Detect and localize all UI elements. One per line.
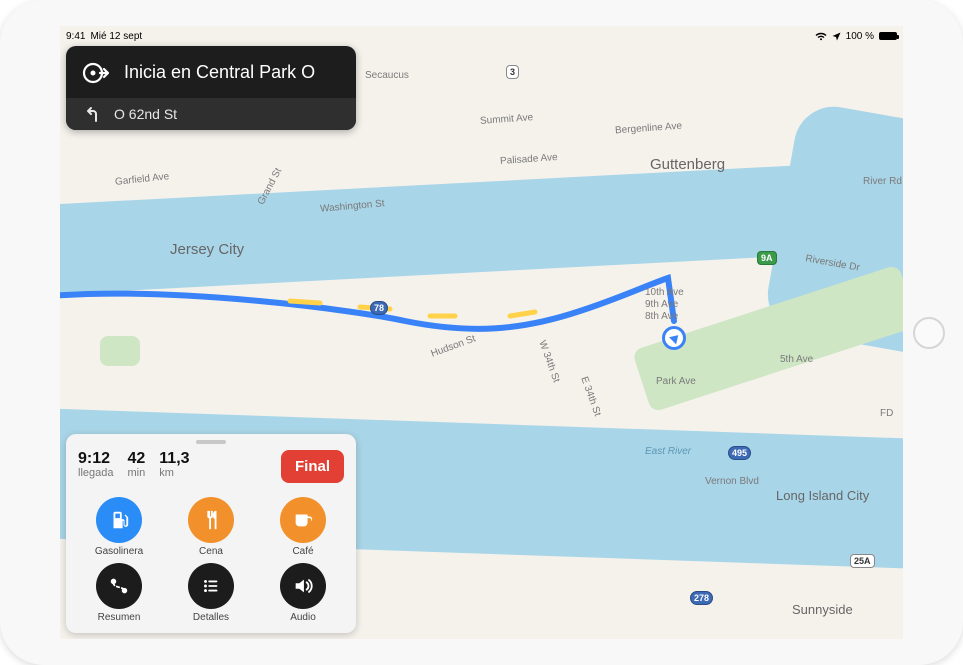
quick-label: Gasolinera — [95, 546, 143, 557]
current-location-marker — [662, 326, 686, 350]
distance-value: 11,3 — [159, 450, 189, 468]
route-shield: 495 — [728, 446, 751, 460]
map-label-road: 10th Ave — [645, 287, 684, 298]
audio-icon — [280, 563, 326, 609]
direction-banner[interactable]: Inicia en Central Park O O 62nd St — [66, 46, 356, 130]
end-route-button[interactable]: Final — [281, 450, 344, 483]
map-label-city: Sunnyside — [792, 602, 853, 617]
status-bar: 9:41 Mié 12 sept 100 % — [60, 26, 903, 42]
location-icon — [832, 32, 841, 41]
map-label-city: Guttenberg — [650, 156, 725, 173]
map-label-road: FD — [880, 408, 893, 419]
map-label-city: Jersey City — [170, 241, 244, 258]
direction-primary-text: Inicia en Central Park O — [124, 62, 315, 84]
quick-label: Audio — [290, 612, 316, 623]
wifi-icon — [815, 32, 827, 41]
quick-details[interactable]: Detalles — [171, 563, 251, 623]
map-label-water: East River — [645, 446, 691, 457]
map-label-road: W 34th St — [536, 339, 561, 384]
quick-coffee[interactable]: Café — [263, 497, 343, 557]
distance-label: km — [159, 467, 189, 479]
map-label-road: River Rd — [863, 176, 902, 187]
direction-next[interactable]: O 62nd St — [66, 98, 356, 130]
map-label-road: Bergenline Ave — [615, 121, 683, 137]
stat-arrival: 9:12 llegada — [78, 450, 113, 479]
quick-label: Cena — [199, 546, 223, 557]
arrival-label: llegada — [78, 467, 113, 479]
gas-icon — [96, 497, 142, 543]
status-battery-pct: 100 % — [846, 31, 874, 42]
direction-primary: Inicia en Central Park O — [66, 46, 356, 98]
ipad-frame: Jersey City Guttenberg Long Island City … — [0, 0, 963, 665]
route-shield: 9A — [757, 251, 777, 265]
duration-label: min — [127, 467, 145, 479]
nav-stats: 9:12 llegada 42 min 11,3 km Final — [78, 450, 344, 483]
arrival-value: 9:12 — [78, 450, 113, 468]
stat-distance: 11,3 km — [159, 450, 189, 479]
status-date: Mié 12 sept — [90, 31, 142, 42]
map-label-road: 5th Ave — [780, 354, 813, 365]
quick-label: Café — [292, 546, 313, 557]
map-park — [100, 336, 140, 366]
map-label-road: Secaucus — [365, 70, 409, 81]
quick-audio[interactable]: Audio — [263, 563, 343, 623]
duration-value: 42 — [127, 450, 145, 468]
quick-overview[interactable]: Resumen — [79, 563, 159, 623]
map-label-road: Vernon Blvd — [705, 476, 759, 487]
stat-duration: 42 min — [127, 450, 145, 479]
proceed-icon — [80, 58, 110, 88]
quick-label: Detalles — [193, 612, 229, 623]
map-label-road: 8th Ave — [645, 311, 678, 322]
overview-icon — [96, 563, 142, 609]
map-label-city: Long Island City — [776, 488, 869, 503]
map-label-road: Park Ave — [656, 376, 696, 387]
direction-next-text: O 62nd St — [114, 106, 177, 122]
map-label-road: Hudson St — [430, 333, 478, 359]
map-label-road: 9th Ave — [645, 299, 678, 310]
route-shield: 78 — [370, 301, 388, 315]
battery-icon — [879, 32, 897, 40]
coffee-icon — [280, 497, 326, 543]
screen: Jersey City Guttenberg Long Island City … — [60, 26, 903, 639]
map-label-road: Palisade Ave — [500, 152, 558, 167]
dinner-icon — [188, 497, 234, 543]
map-label-road: Garfield Ave — [115, 171, 170, 188]
map-label-road: Summit Ave — [480, 112, 534, 127]
map-label-road: E 34th St — [578, 375, 602, 417]
navigation-card[interactable]: 9:12 llegada 42 min 11,3 km Final — [66, 434, 356, 633]
route-shield: 278 — [690, 591, 713, 605]
home-button[interactable] — [913, 317, 945, 349]
quick-dinner[interactable]: Cena — [171, 497, 251, 557]
quick-actions: Gasolinera Cena Café — [78, 497, 344, 623]
details-icon — [188, 563, 234, 609]
drag-handle[interactable] — [196, 440, 226, 444]
status-time: 9:41 — [66, 31, 85, 42]
route-shield: 3 — [506, 65, 519, 79]
quick-gas[interactable]: Gasolinera — [79, 497, 159, 557]
quick-label: Resumen — [98, 612, 141, 623]
turn-left-icon — [86, 106, 100, 122]
route-shield: 25A — [850, 554, 875, 568]
